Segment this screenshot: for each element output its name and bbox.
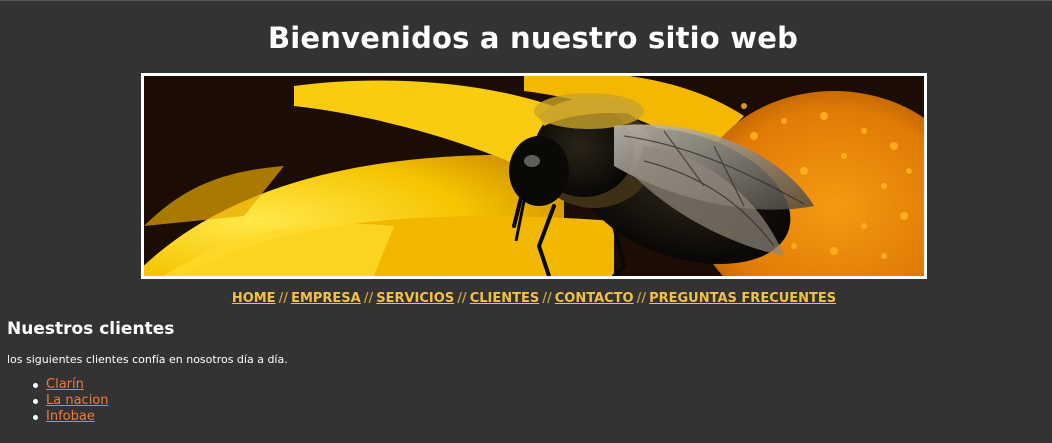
banner-image — [141, 73, 927, 279]
nav-separator: // — [636, 291, 647, 306]
nav-separator: // — [278, 291, 289, 306]
list-item: Infobae — [33, 409, 109, 425]
nav-link-contacto[interactable]: CONTACTO — [555, 291, 634, 306]
nav-link-servicios[interactable]: SERVICIOS — [376, 291, 454, 306]
nav-link-preguntas-frecuentes[interactable]: PREGUNTAS FRECUENTES — [649, 291, 836, 306]
section-heading: Nuestros clientes — [7, 319, 175, 339]
nav-link-empresa[interactable]: EMPRESA — [291, 291, 361, 306]
clients-list: Clarín La nacion Infobae — [33, 377, 109, 425]
bee-flower-illustration — [144, 76, 924, 276]
client-link-clarin[interactable]: Clarín — [46, 377, 84, 392]
client-link-infobae[interactable]: Infobae — [46, 409, 95, 424]
main-navigation: HOME//EMPRESA//SERVICIOS//CLIENTES//CONT… — [0, 291, 1052, 306]
nav-link-clientes[interactable]: CLIENTES — [470, 291, 540, 306]
client-link-la-nacion[interactable]: La nacion — [46, 393, 109, 408]
nav-separator: // — [457, 291, 467, 306]
page-title: Bienvenidos a nuestro sitio web — [267, 21, 799, 55]
list-item: La nacion — [33, 393, 109, 409]
nav-link-home[interactable]: HOME — [232, 291, 276, 306]
intro-text: los siguientes clientes confía en nosotr… — [7, 353, 288, 366]
nav-separator: // — [542, 291, 552, 306]
list-item: Clarín — [33, 377, 109, 393]
nav-separator: // — [363, 291, 374, 306]
